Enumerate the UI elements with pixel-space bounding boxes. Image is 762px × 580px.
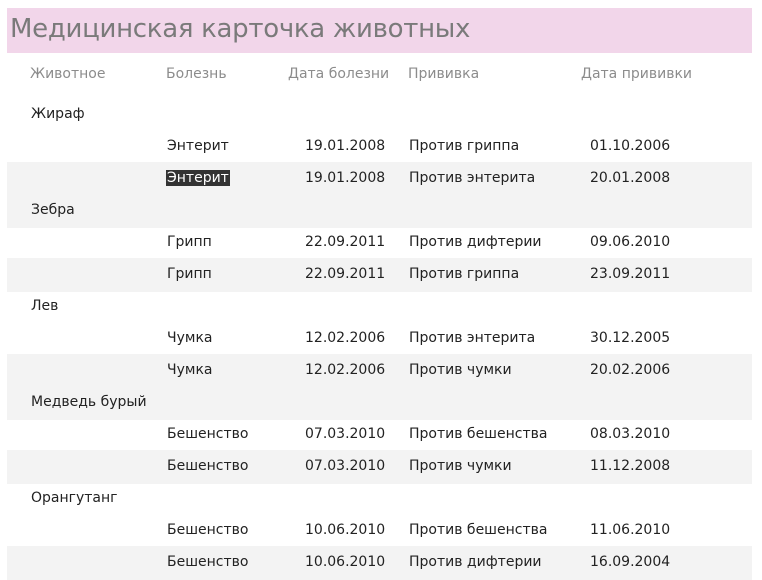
column-header-disease: Болезнь (166, 66, 227, 82)
disease-date-cell: 12.02.2006 (305, 330, 386, 346)
table-row[interactable]: Бешенство 07.03.2010 Против чумки 11.12.200… (7, 450, 752, 484)
disease-date-cell: 22.09.2011 (305, 234, 386, 250)
vaccine-date-cell: 08.03.2010 (590, 426, 671, 442)
disease-cell: Чумка (167, 330, 213, 346)
vaccine-cell: Против бешенства (409, 426, 548, 442)
animal-cell: Лев (31, 298, 59, 314)
report-title-bar: Медицинская карточка животных (7, 8, 752, 53)
vaccine-cell: Против бешенства (409, 522, 548, 538)
animal-cell: Жираф (31, 106, 85, 122)
animal-cell: Орангутанг (31, 490, 118, 506)
vaccine-cell: Против чумки (409, 458, 512, 474)
vaccine-date-cell: 01.10.2006 (590, 138, 671, 154)
vaccine-date-cell: 20.01.2008 (590, 170, 671, 186)
table-row[interactable]: Чумка 12.02.2006 Против энтерита 30.12.2005 (7, 322, 752, 356)
vaccine-cell: Против гриппа (409, 266, 520, 282)
disease-cell: Чумка (167, 362, 213, 378)
table-row[interactable]: Бешенство 10.06.2010 Против бешенства 11.06… (7, 514, 752, 548)
vaccine-date-cell: 11.12.2008 (590, 458, 671, 474)
vaccine-date-cell: 09.06.2010 (590, 234, 671, 250)
table-row[interactable]: Грипп 22.09.2011 Против дифтерии 09.06.2010 (7, 226, 752, 260)
vaccine-date-cell: 11.06.2010 (590, 522, 671, 538)
table-row[interactable]: Энтерит 19.01.2008 Против гриппа 01.10.2006 (7, 130, 752, 164)
disease-date-cell: 22.09.2011 (305, 266, 386, 282)
group-row[interactable]: Лев (7, 290, 752, 324)
disease-cell-selected[interactable]: Энтерит (166, 170, 230, 186)
vaccine-date-cell: 23.09.2011 (590, 266, 671, 282)
disease-cell: Бешенство (167, 522, 249, 538)
group-row[interactable]: Зебра (7, 194, 752, 228)
disease-date-cell: 10.06.2010 (305, 522, 386, 538)
vaccine-cell: Против чумки (409, 362, 512, 378)
group-row[interactable]: Медведь бурый (7, 386, 752, 420)
disease-date-cell: 19.01.2008 (305, 138, 386, 154)
disease-date-cell: 07.03.2010 (305, 458, 386, 474)
animal-cell: Медведь бурый (31, 394, 147, 410)
disease-cell: Грипп (167, 266, 212, 282)
table-row[interactable]: Бешенство 07.03.2010 Против бешенства 08.03… (7, 418, 752, 452)
vaccine-cell: Против гриппа (409, 138, 520, 154)
disease-date-cell: 19.01.2008 (305, 170, 386, 186)
column-header-disease-date: Дата болезни (288, 66, 390, 82)
table-row[interactable]: Чумка 12.02.2006 Против чумки 20.02.2006 (7, 354, 752, 388)
animal-cell: Зебра (31, 202, 75, 218)
vaccine-cell: Против энтерита (409, 330, 536, 346)
table-row[interactable]: Бешенство 10.06.2010 Против дифтерии 16.09.… (7, 546, 752, 580)
vaccine-cell: Против дифтерии (409, 234, 542, 250)
group-row[interactable]: Жираф (7, 98, 752, 132)
disease-cell: Грипп (167, 234, 212, 250)
column-header-vaccine-date: Дата прививки (581, 66, 692, 82)
column-header-vaccine: Прививка (408, 66, 480, 82)
vaccine-date-cell: 30.12.2005 (590, 330, 671, 346)
column-header-animal: Животное (30, 66, 106, 82)
vaccine-date-cell: 20.02.2006 (590, 362, 671, 378)
disease-date-cell: 12.02.2006 (305, 362, 386, 378)
disease-cell: Бешенство (167, 458, 249, 474)
table-row[interactable]: Грипп 22.09.2011 Против гриппа 23.09.2011 (7, 258, 752, 292)
disease-date-cell: 07.03.2010 (305, 426, 386, 442)
disease-cell: Бешенство (167, 426, 249, 442)
group-row[interactable]: Орангутанг (7, 482, 752, 516)
table-row[interactable]: Энтерит 19.01.2008 Против энтерита 20.01.20… (7, 162, 752, 196)
report-title: Медицинская карточка животных (10, 14, 471, 44)
disease-cell: Энтерит (167, 138, 229, 154)
vaccine-cell: Против энтерита (409, 170, 536, 186)
